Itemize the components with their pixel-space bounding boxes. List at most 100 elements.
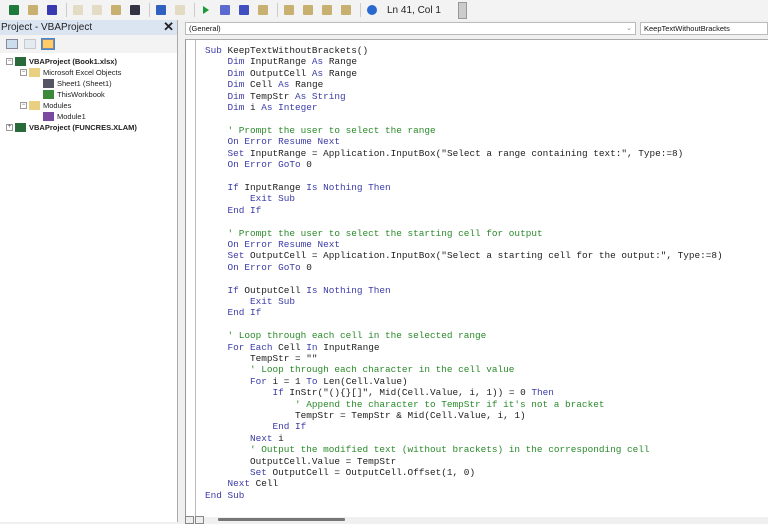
tree-item[interactable]: − Microsoft Excel Objects [0,67,177,78]
margin-indicator-bar[interactable] [186,40,196,517]
project-explorer-icon[interactable] [281,2,297,18]
close-icon[interactable]: ✕ [163,20,174,34]
tree-item-label: Microsoft Excel Objects [43,68,122,77]
redo-icon[interactable] [172,2,188,18]
tree-item[interactable]: + VBAProject (FUNCRES.XLAM) [0,122,177,133]
code-keyword: End If [272,421,307,433]
help-icon[interactable] [364,2,380,18]
code-line: OutputCell.Value = TempStr [205,456,723,467]
code-keyword: On Error Resume Next [227,238,341,250]
code-keyword: If [227,181,245,193]
code-text: Cell [278,341,307,353]
code-keyword: For Each [227,341,279,353]
tree-item-label: VBAProject (Book1.xlsx) [29,57,117,66]
code-line: TempStr = TempStr & Mid(Cell.Value, i, 1… [205,410,723,421]
code-keyword: As [278,79,296,91]
tree-item-label: VBAProject (FUNCRES.XLAM) [29,123,137,132]
code-text: OutputCell [250,67,312,79]
code-window: (General) ⌄ KeepTextWithoutBrackets Sub … [181,20,768,524]
toolbar-overflow-handle[interactable] [458,2,467,19]
code-keyword: Set [250,467,273,479]
code-text: OutputCell = Application.InputBox("Selec… [250,250,723,262]
code-line: End If [205,307,723,318]
project-explorer-toolbar [0,35,177,53]
design-mode-icon[interactable] [255,2,271,18]
project-explorer-title: Project - VBAProject [1,22,93,33]
collapse-icon[interactable]: − [6,58,13,65]
code-text: KeepTextWithoutBrackets() [227,45,369,56]
procedure-dropdown[interactable]: KeepTextWithoutBrackets [640,22,768,35]
excel-icon[interactable] [6,2,22,18]
tree-item-label: ThisWorkbook [57,90,105,99]
toolbox-icon[interactable] [338,2,354,18]
object-browser-icon[interactable] [319,2,335,18]
view-code-icon[interactable] [6,39,18,49]
code-line: Next i [205,433,723,444]
code-keyword: Exit Sub [250,193,296,205]
collapse-icon[interactable]: − [20,102,27,109]
code-keyword: As Integer [261,102,318,114]
code-keyword: Set [227,147,251,159]
horizontal-scrollbar[interactable] [185,516,768,524]
insert-userform-icon[interactable] [25,2,41,18]
copy-icon[interactable] [89,2,105,18]
scrollbar-thumb[interactable] [218,518,345,521]
view-object-icon[interactable] [24,39,36,49]
break-icon[interactable] [217,2,233,18]
collapse-icon[interactable]: − [20,69,27,76]
code-line: Sub KeepTextWithoutBrackets() [205,45,723,56]
tree-item[interactable]: − VBAProject (Book1.xlsx) [0,56,177,67]
tree-item[interactable]: Module1 [0,111,177,122]
code-line: End Sub [205,490,723,501]
code-keyword: Dim [227,79,251,91]
toolbar-separator [149,3,150,17]
code-line: ' Append the character to TempStr if it'… [205,399,723,410]
code-text: Range [295,79,324,91]
code-line: TempStr = "" [205,353,723,364]
code-line: ' Prompt the user to select the starting… [205,228,723,239]
save-icon[interactable] [44,2,60,18]
cut-icon[interactable] [70,2,86,18]
full-module-view-button[interactable] [195,516,204,524]
procedure-view-button[interactable] [185,516,194,524]
code-line: ' Loop through each character in the cel… [205,364,723,375]
code-line: On Error GoTo 0 [205,159,723,170]
undo-icon[interactable] [153,2,169,18]
paste-icon[interactable] [108,2,124,18]
code-keyword: On Error GoTo [227,159,307,171]
code-comment: ' Loop through each character in the cel… [250,364,515,376]
code-comment: ' Prompt the user to select the range [227,124,436,136]
tree-item[interactable]: − Modules [0,100,177,111]
code-keyword: To [306,375,324,387]
object-dropdown[interactable]: (General) ⌄ [185,22,636,35]
code-keyword: As String [295,90,346,102]
code-editor[interactable]: Sub KeepTextWithoutBrackets() Dim InputR… [185,39,768,517]
code-text: i = 1 [272,375,307,387]
code-line: ' Loop through each cell in the selected… [205,330,723,341]
code-line: Set OutputCell = OutputCell.Offset(1, 0) [205,467,723,478]
standard-toolbar: Ln 41, Col 1 [0,0,768,20]
code-line: Exit Sub [205,296,723,307]
tree-item[interactable]: ThisWorkbook [0,89,177,100]
find-icon[interactable] [127,2,143,18]
expand-icon[interactable]: + [6,124,13,131]
run-icon[interactable] [198,2,214,18]
reset-icon[interactable] [236,2,252,18]
tree-item[interactable]: Sheet1 (Sheet1) [0,78,177,89]
code-line: Next Cell [205,478,723,489]
code-line: For i = 1 To Len(Cell.Value) [205,376,723,387]
code-comment: ' Prompt the user to select the starting… [227,227,543,239]
toggle-folders-icon[interactable] [41,38,55,50]
properties-icon[interactable] [300,2,316,18]
code-text: InputRange [250,56,312,68]
code-keyword: As [311,56,329,68]
code-line: On Error Resume Next [205,136,723,147]
code-text: Range [328,56,357,68]
